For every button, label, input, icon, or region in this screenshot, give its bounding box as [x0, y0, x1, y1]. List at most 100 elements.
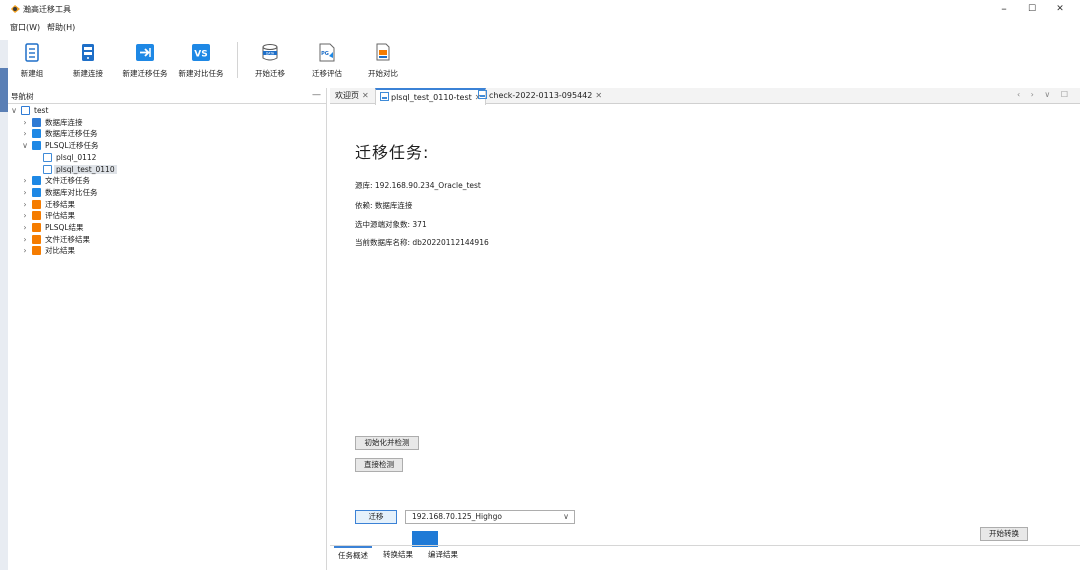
result-folder-icon [32, 199, 41, 209]
new-migration-task-button[interactable]: 新建迁移任务 [115, 42, 175, 84]
tab-check-report[interactable]: check-2022-0113-095442 ✕ [478, 88, 602, 104]
task-folder-icon [32, 141, 41, 151]
tab-plsql-test[interactable]: plsql_test_0110-test ✕ [375, 88, 487, 105]
tree-item-label: 评估结果 [45, 211, 75, 221]
task-file-icon [43, 164, 52, 174]
tab-plsql-test-label: plsql_test_0110-test [391, 93, 472, 102]
migration-assessment-icon: PG [319, 43, 335, 62]
collapse-chevron-icon[interactable]: › [21, 200, 29, 209]
tree-item[interactable]: plsql_test_0110 [8, 164, 327, 176]
menu-window[interactable]: 窗口(W) [10, 22, 40, 33]
bottom-tab-strip: 任务概述 转换结果 编译结果 [330, 545, 1080, 563]
menu-bar: 窗口(W) 帮助(H) [0, 19, 1080, 33]
tree-item-label: 文件迁移任务 [45, 176, 90, 186]
tree-item[interactable]: ∨ test [8, 105, 327, 117]
task-folder-icon [32, 117, 41, 127]
title-bar: 瀚高迁移工具 – ☐ ✕ [0, 0, 1080, 19]
tab-check-report-label: check-2022-0113-095442 [489, 91, 593, 100]
migrate-button[interactable]: 迁移 [355, 510, 397, 524]
expand-chevron-icon[interactable]: ∨ [10, 106, 18, 115]
svg-text:PG: PG [321, 51, 329, 57]
svg-text:VS: VS [194, 50, 207, 60]
start-migration-button[interactable]: DATA 开始迁移 [240, 42, 300, 84]
start-compare-label: 开始对比 [368, 69, 398, 78]
tree-item-label: 数据库连接 [45, 117, 83, 127]
tree-item[interactable]: › 评估结果 [8, 210, 327, 222]
task-folder-icon [32, 187, 41, 197]
tree-item[interactable]: › 数据库迁移任务 [8, 128, 327, 140]
start-convert-button[interactable]: 开始转换 [980, 527, 1028, 541]
direct-check-button[interactable]: 直接检测 [355, 458, 403, 472]
tab-convert-result[interactable]: 转换结果 [379, 546, 417, 564]
start-migration-icon: DATA [262, 44, 278, 61]
tree-item-label: 数据库迁移任务 [45, 129, 98, 139]
svg-text:DATA: DATA [266, 51, 275, 55]
tree-item[interactable]: › 文件迁移任务 [8, 175, 327, 187]
tree-item[interactable]: › 文件迁移结果 [8, 234, 327, 246]
tree-item[interactable]: › 对比结果 [8, 245, 327, 257]
collapse-chevron-icon[interactable]: › [21, 129, 29, 138]
new-migration-task-icon [136, 44, 154, 61]
tab-compile-result[interactable]: 编译结果 [424, 546, 462, 564]
target-db-select[interactable]: 192.168.70.125_Highgo ∨ [405, 510, 575, 524]
tab-welcome-label: 欢迎页 [335, 91, 359, 100]
tab-welcome-close-icon[interactable]: ✕ [362, 91, 369, 100]
migration-assessment-label: 迁移评估 [312, 69, 342, 78]
tree-item[interactable]: › 数据库连接 [8, 117, 327, 129]
new-connection-button[interactable]: 新建连接 [58, 42, 118, 84]
nav-minimize-icon[interactable]: — [312, 90, 321, 100]
tree-item-label: PLSQL结果 [45, 223, 84, 232]
expand-chevron-icon[interactable]: ∨ [21, 141, 29, 150]
tree-item-label: 文件迁移结果 [45, 234, 90, 244]
collapse-chevron-icon[interactable]: › [21, 223, 29, 232]
new-compare-task-label: 新建对比任务 [178, 69, 224, 78]
tab-welcome[interactable]: 欢迎页 ✕ [335, 88, 369, 104]
new-group-icon [25, 43, 39, 62]
page-title: 迁移任务: [355, 143, 430, 162]
task-file-icon [380, 92, 389, 101]
new-migration-task-label: 新建迁移任务 [122, 69, 168, 78]
nav-title: 导航树 [11, 92, 34, 101]
result-folder-icon [32, 211, 41, 221]
tree-item[interactable]: plsql_0112 [8, 152, 327, 164]
tree-item[interactable]: › 数据库对比任务 [8, 187, 327, 199]
task-file-icon [21, 106, 30, 115]
result-folder-icon [32, 223, 41, 232]
collapse-chevron-icon[interactable]: › [21, 188, 29, 197]
maximize-button[interactable]: ☐ [1017, 2, 1047, 16]
init-and-check-button[interactable]: 初始化并检测 [355, 436, 419, 450]
left-edge-strip [0, 40, 8, 585]
start-compare-button[interactable]: 开始对比 [353, 42, 413, 84]
new-compare-task-icon: VS [192, 44, 210, 61]
new-group-button[interactable]: 新建组 [2, 42, 62, 84]
tree-item[interactable]: › PLSQL结果 [8, 222, 327, 234]
tab-nav-controls[interactable]: ‹ › ∨ ☐ [1017, 90, 1072, 99]
collapse-chevron-icon[interactable]: › [21, 235, 29, 244]
tree-item-label: 对比结果 [45, 246, 75, 256]
collapse-chevron-icon[interactable]: › [21, 246, 29, 255]
close-button[interactable]: ✕ [1045, 2, 1075, 16]
new-compare-task-button[interactable]: VS 新建对比任务 [171, 42, 231, 84]
tab-check-report-close-icon[interactable]: ✕ [595, 91, 602, 100]
collapse-chevron-icon[interactable]: › [21, 211, 29, 220]
target-db-value: 192.168.70.125_Highgo [412, 512, 502, 521]
migration-assessment-button[interactable]: PG 迁移评估 [297, 42, 357, 84]
task-folder-icon [32, 176, 41, 186]
tab-task-overview[interactable]: 任务概述 [334, 546, 372, 564]
check-file-icon [478, 90, 487, 99]
current-db-info: 当前数据库名称: db20220112144916 [355, 238, 489, 247]
bottom-area [0, 570, 1080, 585]
tree-item[interactable]: ∨ PLSQL迁移任务 [8, 140, 327, 152]
navigation-panel: 导航树 — ∨ test › 数据库连接 › 数据库迁移任务 ∨ PLSQL迁移任务 plsql… [8, 88, 327, 585]
selected-objects-info: 选中源端对象数: 371 [355, 220, 427, 229]
collapse-chevron-icon[interactable]: › [21, 118, 29, 127]
collapse-chevron-icon[interactable]: › [21, 176, 29, 185]
tree-item-label: plsql_test_0110 [54, 164, 117, 174]
minimize-button[interactable]: – [989, 2, 1019, 16]
dependency-info: 依赖: 数据库连接 [355, 201, 413, 210]
app-window: 瀚高迁移工具 – ☐ ✕ 窗口(W) 帮助(H) 新建组 新建连接 新建迁移任务… [0, 0, 1080, 585]
menu-help[interactable]: 帮助(H) [47, 22, 75, 33]
tree-item[interactable]: › 迁移结果 [8, 199, 327, 211]
new-connection-icon [82, 44, 94, 61]
chevron-down-icon: ∨ [563, 512, 569, 521]
